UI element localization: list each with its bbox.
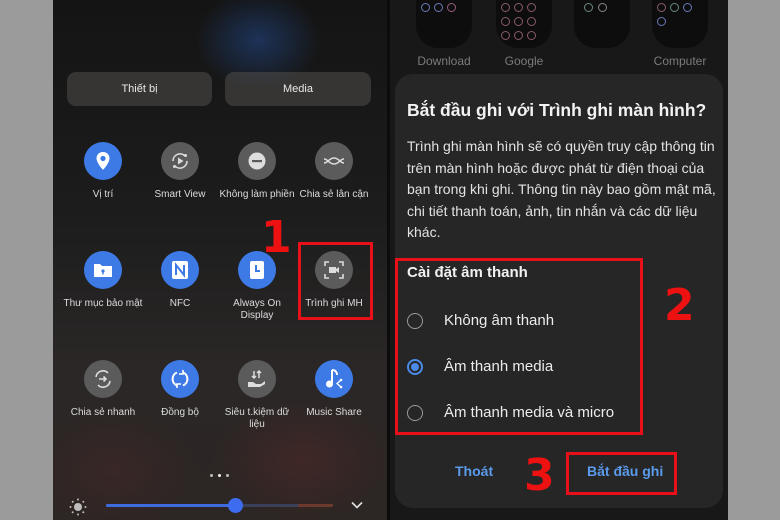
devices-button[interactable]: Thiết bị bbox=[67, 72, 212, 106]
slider-tail bbox=[298, 504, 333, 507]
data-saver-icon bbox=[238, 360, 276, 398]
page-dot bbox=[210, 474, 213, 477]
folder-google[interactable] bbox=[496, 0, 552, 48]
folder-computer[interactable] bbox=[652, 0, 708, 48]
folder-label: Google bbox=[504, 54, 544, 68]
tile-label: Siêu t.kiệm dữ liệu bbox=[224, 407, 290, 430]
do-not-disturb-icon bbox=[238, 142, 276, 180]
folder-label: Download bbox=[417, 54, 471, 68]
sun-icon bbox=[69, 498, 87, 516]
tile-label: Không làm phiền bbox=[219, 189, 295, 200]
dialog-body: Trình ghi màn hình sẽ có quyền truy cập … bbox=[407, 138, 716, 240]
highlight-sound-settings bbox=[395, 258, 643, 435]
media-button[interactable]: Media bbox=[225, 72, 371, 106]
chevron-down-icon[interactable] bbox=[350, 498, 364, 512]
tile-nfc[interactable]: NFC bbox=[140, 251, 220, 310]
quick-settings-panel: Thiết bị Media Vị trí Smart View Không l… bbox=[53, 0, 387, 520]
tile-label: Always On Display bbox=[233, 298, 281, 321]
tile-music-share[interactable]: Music Share bbox=[294, 360, 374, 419]
page-dot bbox=[226, 474, 229, 477]
sync-icon bbox=[161, 360, 199, 398]
tile-label: Chia sẻ nhanh bbox=[70, 407, 136, 418]
music-share-icon bbox=[315, 360, 353, 398]
folder-download[interactable] bbox=[416, 0, 472, 48]
step-number-1: 1 bbox=[261, 212, 292, 263]
secure-folder-icon bbox=[84, 251, 122, 289]
tile-data-saver[interactable]: Siêu t.kiệm dữ liệu bbox=[217, 360, 297, 431]
home-screen: Download Google Computer Bắt đầu ghi với… bbox=[390, 0, 728, 520]
highlight-start-button bbox=[566, 452, 677, 495]
tile-label: Đồng bộ bbox=[161, 407, 199, 418]
page-indicator bbox=[210, 474, 229, 477]
tile-sync[interactable]: Đồng bộ bbox=[140, 360, 220, 419]
slider-fill bbox=[106, 504, 236, 507]
highlight-screen-recorder bbox=[298, 242, 373, 320]
dialog-title: Bắt đầu ghi với Trình ghi màn hình? bbox=[407, 100, 707, 120]
tile-label: Chia sẻ lân cận bbox=[299, 189, 369, 200]
tile-label: Music Share bbox=[306, 407, 362, 418]
tile-label: Smart View bbox=[154, 189, 206, 200]
folder-unnamed[interactable] bbox=[574, 0, 630, 48]
tile-smart-view[interactable]: Smart View bbox=[140, 142, 220, 201]
brightness-slider[interactable] bbox=[106, 498, 333, 513]
nfc-icon bbox=[161, 251, 199, 289]
page-dot-active bbox=[218, 474, 221, 477]
folder-label: Computer bbox=[653, 54, 707, 68]
tile-quick-share[interactable]: Chia sẻ nhanh bbox=[63, 360, 143, 419]
slider-thumb[interactable] bbox=[228, 498, 244, 513]
tile-label: NFC bbox=[169, 298, 191, 309]
quick-share-icon bbox=[84, 360, 122, 398]
smart-view-icon bbox=[161, 142, 199, 180]
step-number-3: 3 bbox=[524, 450, 555, 501]
tile-nearby-share[interactable]: Chia sẻ lân cận bbox=[294, 142, 374, 201]
step-number-2: 2 bbox=[664, 280, 695, 331]
tile-secure-folder[interactable]: Thư mục bảo mật bbox=[63, 251, 143, 310]
cancel-button[interactable]: Thoát bbox=[455, 463, 493, 479]
tile-label: Vị trí bbox=[92, 189, 114, 200]
location-pin-icon bbox=[84, 142, 122, 180]
tile-do-not-disturb[interactable]: Không làm phiền bbox=[217, 142, 297, 201]
tile-label: Thư mục bảo mật bbox=[63, 298, 143, 309]
tile-location[interactable]: Vị trí bbox=[63, 142, 143, 201]
nearby-share-icon bbox=[315, 142, 353, 180]
